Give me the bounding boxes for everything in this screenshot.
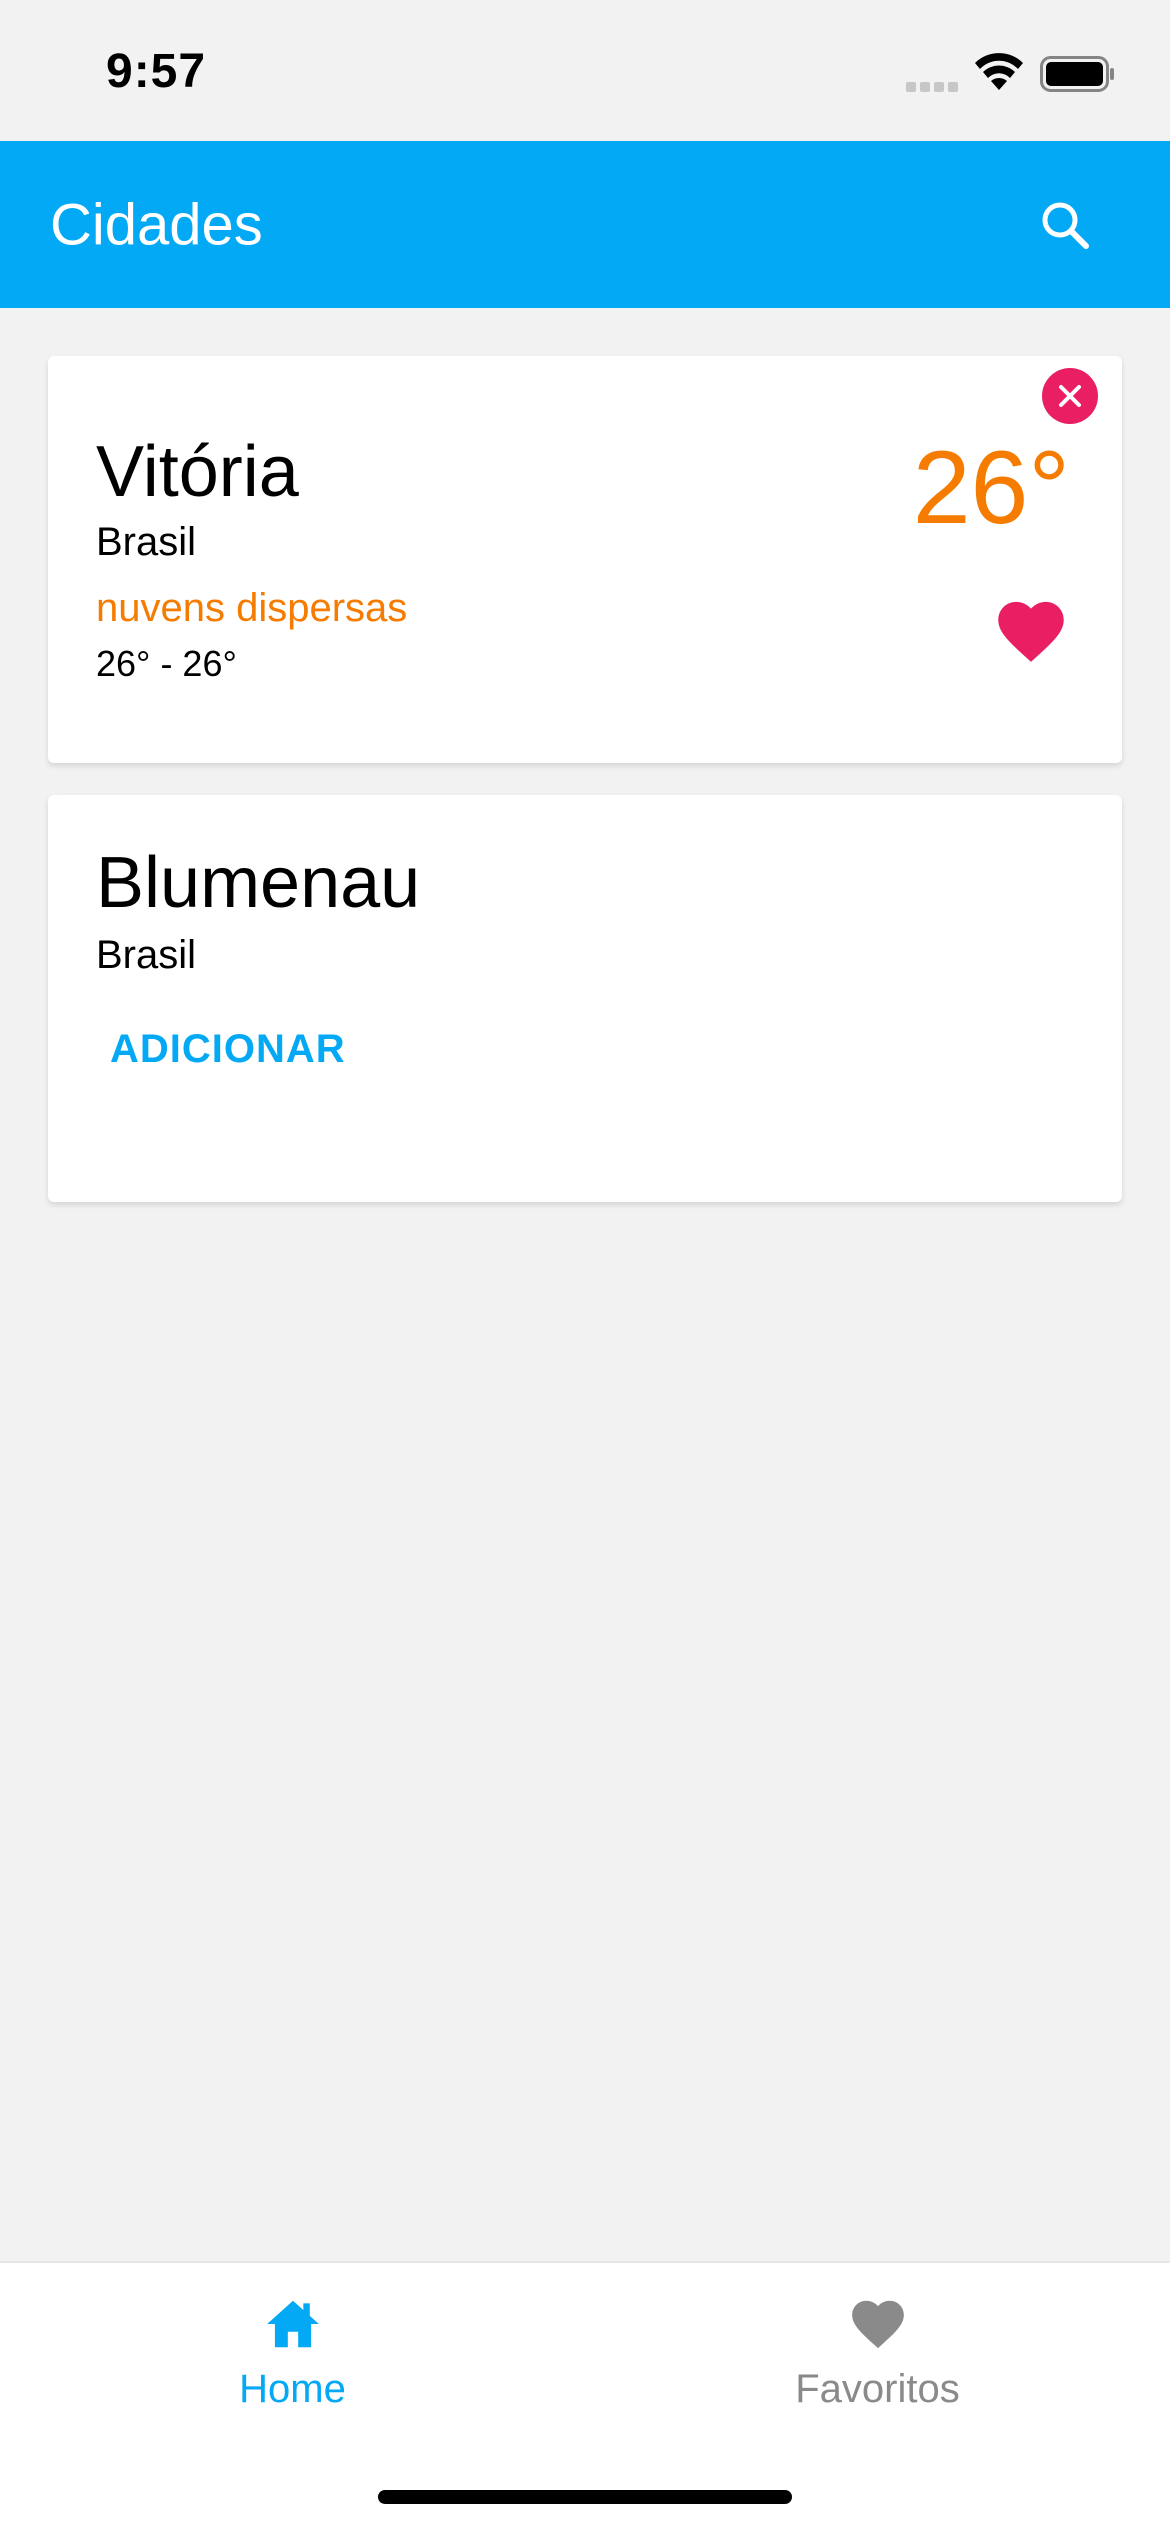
current-temperature: 26° <box>912 430 1070 546</box>
remove-city-button[interactable] <box>1042 368 1098 424</box>
city-card[interactable]: Vitória Brasil nuvens dispersas 26° - 26… <box>48 356 1122 763</box>
tab-label: Favoritos <box>795 2367 960 2411</box>
city-name: Blumenau <box>96 843 421 923</box>
heart-icon <box>851 2300 904 2349</box>
app-bar: Cidades <box>0 141 1170 308</box>
cellular-signal-icon <box>906 82 958 92</box>
tab-label: Home <box>239 2367 346 2411</box>
tab-favorites[interactable]: Favoritos <box>585 2283 1170 2443</box>
search-button[interactable] <box>1030 190 1100 260</box>
heart-icon <box>998 601 1064 662</box>
home-icon <box>266 2300 319 2348</box>
close-icon <box>1059 385 1081 407</box>
favorite-button[interactable] <box>986 588 1076 668</box>
status-bar: 9:57 <box>0 0 1170 141</box>
tab-home[interactable]: Home <box>0 2283 585 2443</box>
page-title: Cidades <box>50 192 263 257</box>
city-card[interactable]: Blumenau Brasil ADICIONAR <box>48 795 1122 1202</box>
home-indicator <box>378 2490 792 2504</box>
search-icon <box>1042 202 1089 249</box>
city-country: Brasil <box>96 933 197 977</box>
city-name: Vitória <box>96 432 299 512</box>
wifi-icon <box>975 53 1023 90</box>
city-country: Brasil <box>96 520 197 564</box>
temperature-range: 26° - 26° <box>96 643 237 684</box>
add-favorite-button[interactable]: ADICIONAR <box>96 1015 360 1084</box>
weather-condition: nuvens dispersas <box>96 586 408 630</box>
status-time: 9:57 <box>106 45 207 98</box>
battery-icon <box>1040 56 1114 92</box>
